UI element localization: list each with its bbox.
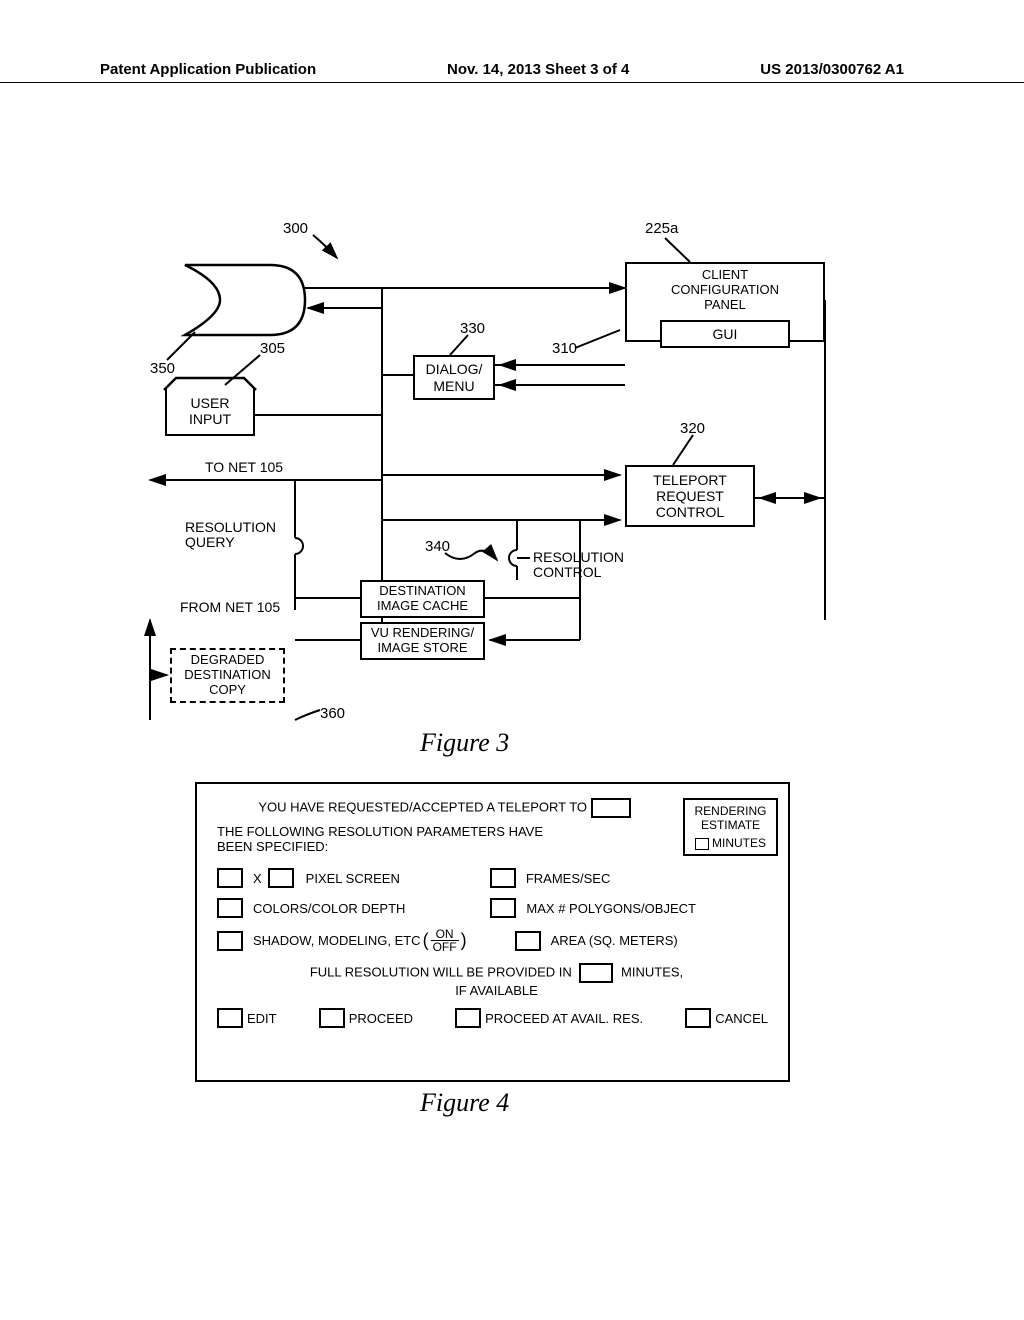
- ref-330: 330: [460, 320, 485, 337]
- proceed-button[interactable]: [319, 1008, 345, 1028]
- shadow-input[interactable]: [217, 931, 243, 951]
- ref-320: 320: [680, 420, 705, 437]
- cancel-button[interactable]: [685, 1008, 711, 1028]
- fig4-subtitle: THE FOLLOWING RESOLUTION PARAMETERS HAVE…: [217, 824, 577, 854]
- edit-button[interactable]: [217, 1008, 243, 1028]
- polygons-input[interactable]: [490, 898, 516, 918]
- client-config-panel: CLIENT CONFIGURATION PANEL: [625, 268, 825, 313]
- vu-rendering-box: VU RENDERING/ IMAGE STORE: [360, 622, 485, 660]
- ref-350: 350: [150, 360, 175, 377]
- ref-360: 360: [320, 705, 345, 722]
- client-panel-outer: CLIENT CONFIGURATION PANEL GUI: [625, 262, 825, 342]
- gui-box: GUI: [660, 320, 790, 348]
- ref-340: 340: [425, 538, 450, 555]
- full-res-line: FULL RESOLUTION WILL BE PROVIDED IN MINU…: [217, 963, 776, 998]
- full-res-minutes-input[interactable]: [579, 963, 613, 983]
- ref-300: 300: [283, 220, 308, 237]
- shadow-label: SHADOW, MODELING, ETC: [253, 933, 421, 948]
- colors-input[interactable]: [217, 898, 243, 918]
- polygons-label: MAX # POLYGONS/OBJECT: [526, 901, 696, 916]
- header-right: US 2013/0300762 A1: [760, 61, 904, 78]
- resolution-query-label: RESOLUTION QUERY: [185, 520, 276, 551]
- proceed-avail-button[interactable]: [455, 1008, 481, 1028]
- pixel-screen-label: PIXEL SCREEN: [306, 871, 400, 886]
- frames-sec-label: FRAMES/SEC: [526, 871, 611, 886]
- teleport-request-box: TELEPORT REQUEST CONTROL: [625, 465, 755, 527]
- cancel-label: CANCEL: [715, 1011, 768, 1026]
- user-input-box: USER INPUT: [165, 388, 255, 436]
- figure-3-diagram: 300 225a 350 305 330 310 320 340 360 CLI…: [125, 220, 905, 750]
- proceed-avail-label: PROCEED AT AVAIL. RES.: [485, 1011, 643, 1026]
- on-off-fraction: ON OFF: [431, 928, 459, 953]
- from-net-label: FROM NET 105: [180, 600, 280, 615]
- edit-label: EDIT: [247, 1011, 277, 1026]
- rendering-estimate-box: RENDERING ESTIMATE MINUTES: [683, 798, 778, 856]
- figure-4-dialog: YOU HAVE REQUESTED/ACCEPTED A TELEPORT T…: [195, 782, 790, 1082]
- ref-310: 310: [552, 340, 577, 357]
- ref-305: 305: [260, 340, 285, 357]
- colors-label: COLORS/COLOR DEPTH: [253, 901, 405, 916]
- resolution-control-label: RESOLUTION CONTROL: [533, 550, 624, 581]
- to-net-label: TO NET 105: [205, 460, 283, 475]
- dest-image-cache-box: DESTINATION IMAGE CACHE: [360, 580, 485, 618]
- figure-3-caption: Figure 3: [420, 728, 509, 758]
- header-left: Patent Application Publication: [100, 61, 316, 78]
- header-center: Nov. 14, 2013 Sheet 3 of 4: [447, 61, 629, 78]
- page-header: Patent Application Publication Nov. 14, …: [0, 82, 1024, 84]
- dialog-menu-box: DIALOG/ MENU: [413, 355, 495, 400]
- pixel-height-input[interactable]: [268, 868, 294, 888]
- figure-4-caption: Figure 4: [420, 1088, 509, 1118]
- ref-225a: 225a: [645, 220, 678, 237]
- trapezoid-top-icon: [164, 378, 260, 392]
- pixel-width-input[interactable]: [217, 868, 243, 888]
- proceed-label: PROCEED: [349, 1011, 413, 1026]
- x-label: X: [253, 871, 262, 886]
- minutes-checkbox[interactable]: [695, 838, 709, 850]
- degraded-copy-box: DEGRADED DESTINATION COPY: [170, 648, 285, 703]
- area-label: AREA (SQ. METERS): [551, 933, 678, 948]
- fps-input[interactable]: [490, 868, 516, 888]
- area-input[interactable]: [515, 931, 541, 951]
